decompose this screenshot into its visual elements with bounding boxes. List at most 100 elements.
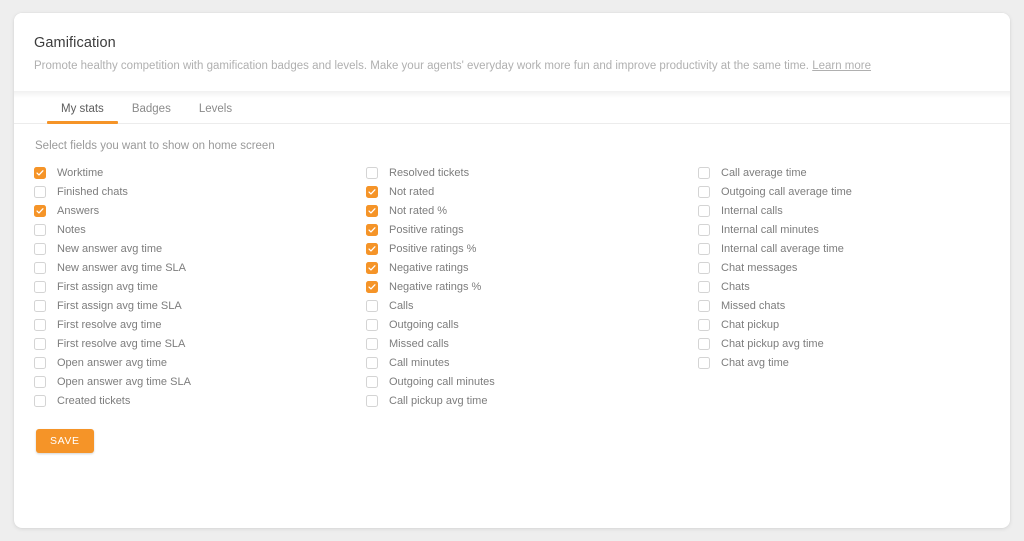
- checkbox-row[interactable]: New answer avg time: [34, 240, 366, 259]
- checkbox-row[interactable]: Answers: [34, 202, 366, 221]
- checkbox-checked[interactable]: [366, 262, 378, 274]
- checkbox-row[interactable]: First assign avg time: [34, 278, 366, 297]
- checkbox-row[interactable]: Negative ratings %: [366, 278, 698, 297]
- checkbox-label: Chat pickup: [721, 319, 779, 331]
- tab-my-stats[interactable]: My stats: [47, 103, 118, 124]
- checkbox-row[interactable]: New answer avg time SLA: [34, 259, 366, 278]
- learn-more-link[interactable]: Learn more: [812, 60, 871, 72]
- check-icon: [368, 245, 376, 253]
- checkbox-unchecked[interactable]: [366, 376, 378, 388]
- check-icon: [368, 264, 376, 272]
- checkbox-row[interactable]: First assign avg time SLA: [34, 297, 366, 316]
- checkbox-checked[interactable]: [34, 167, 46, 179]
- checkbox-row[interactable]: Call minutes: [366, 354, 698, 373]
- checkbox-label: Answers: [57, 205, 99, 217]
- checkbox-row[interactable]: Finished chats: [34, 183, 366, 202]
- checkbox-label: Outgoing call minutes: [389, 376, 495, 388]
- checkbox-row[interactable]: First resolve avg time: [34, 316, 366, 335]
- checkbox-unchecked[interactable]: [34, 338, 46, 350]
- checkbox-row[interactable]: Positive ratings %: [366, 240, 698, 259]
- checkbox-unchecked[interactable]: [366, 319, 378, 331]
- checkbox-row[interactable]: Outgoing call average time: [698, 183, 1010, 202]
- checkbox-row[interactable]: Outgoing calls: [366, 316, 698, 335]
- checkbox-unchecked[interactable]: [34, 243, 46, 255]
- checkbox-unchecked[interactable]: [366, 357, 378, 369]
- checkbox-row[interactable]: Negative ratings: [366, 259, 698, 278]
- column-3: Call average time Outgoing call average t…: [698, 164, 1010, 411]
- card-body: Select fields you want to show on home s…: [14, 124, 1010, 453]
- column-1: WorktimeFinished chatsAnswersNotesNew an…: [34, 164, 366, 411]
- checkbox-unchecked[interactable]: [698, 167, 710, 179]
- checkbox-label: Worktime: [57, 167, 103, 179]
- card-header: Gamification Promote healthy competition…: [14, 13, 1010, 91]
- checkbox-row[interactable]: Missed chats: [698, 297, 1010, 316]
- checkbox-row[interactable]: Outgoing call minutes: [366, 373, 698, 392]
- checkbox-unchecked[interactable]: [34, 376, 46, 388]
- save-button[interactable]: SAVE: [36, 429, 94, 453]
- checkbox-unchecked[interactable]: [34, 357, 46, 369]
- checkbox-row[interactable]: Not rated: [366, 183, 698, 202]
- section-label: Select fields you want to show on home s…: [35, 140, 990, 152]
- checkbox-unchecked[interactable]: [698, 186, 710, 198]
- checkbox-unchecked[interactable]: [34, 186, 46, 198]
- checkbox-row[interactable]: Resolved tickets: [366, 164, 698, 183]
- checkbox-unchecked[interactable]: [698, 300, 710, 312]
- checkbox-unchecked[interactable]: [34, 300, 46, 312]
- checkbox-unchecked[interactable]: [366, 338, 378, 350]
- checkbox-checked[interactable]: [366, 224, 378, 236]
- checkbox-label: Chats: [721, 281, 750, 293]
- checkbox-checked[interactable]: [366, 281, 378, 293]
- checkbox-row[interactable]: Chat pickup: [698, 316, 1010, 335]
- checkbox-row[interactable]: Open answer avg time: [34, 354, 366, 373]
- check-icon: [36, 207, 44, 215]
- checkbox-unchecked[interactable]: [698, 262, 710, 274]
- checkbox-checked[interactable]: [366, 243, 378, 255]
- checkbox-row[interactable]: Internal call minutes: [698, 221, 1010, 240]
- checkbox-label: Calls: [389, 300, 413, 312]
- checkbox-unchecked[interactable]: [698, 357, 710, 369]
- checkbox-unchecked[interactable]: [698, 224, 710, 236]
- checkbox-row[interactable]: Chat messages: [698, 259, 1010, 278]
- checkbox-unchecked[interactable]: [34, 281, 46, 293]
- checkbox-unchecked[interactable]: [698, 243, 710, 255]
- checkbox-row[interactable]: Worktime: [34, 164, 366, 183]
- checkbox-columns: WorktimeFinished chatsAnswersNotesNew an…: [34, 164, 990, 411]
- checkbox-unchecked[interactable]: [698, 319, 710, 331]
- checkbox-row[interactable]: Created tickets: [34, 392, 366, 411]
- checkbox-unchecked[interactable]: [698, 281, 710, 293]
- checkbox-checked[interactable]: [34, 205, 46, 217]
- checkbox-label: Outgoing call average time: [721, 186, 852, 198]
- checkbox-unchecked[interactable]: [34, 262, 46, 274]
- checkbox-row[interactable]: Chats: [698, 278, 1010, 297]
- checkbox-label: First assign avg time SLA: [57, 300, 182, 312]
- checkbox-row[interactable]: Missed calls: [366, 335, 698, 354]
- checkbox-unchecked[interactable]: [698, 205, 710, 217]
- checkbox-row[interactable]: Chat avg time: [698, 354, 1010, 373]
- checkbox-row[interactable]: Open answer avg time SLA: [34, 373, 366, 392]
- checkbox-row[interactable]: Call average time: [698, 164, 1010, 183]
- checkbox-checked[interactable]: [366, 186, 378, 198]
- checkbox-unchecked[interactable]: [34, 395, 46, 407]
- checkbox-unchecked[interactable]: [366, 395, 378, 407]
- checkbox-label: Chat pickup avg time: [721, 338, 824, 350]
- checkbox-checked[interactable]: [366, 205, 378, 217]
- checkbox-row[interactable]: Call pickup avg time: [366, 392, 698, 411]
- checkbox-unchecked[interactable]: [698, 338, 710, 350]
- tab-badges[interactable]: Badges: [118, 103, 185, 124]
- checkbox-unchecked[interactable]: [366, 300, 378, 312]
- checkbox-row[interactable]: Calls: [366, 297, 698, 316]
- tab-levels[interactable]: Levels: [185, 103, 246, 124]
- checkbox-row[interactable]: Internal calls: [698, 202, 1010, 221]
- checkbox-label: Positive ratings: [389, 224, 464, 236]
- checkbox-unchecked[interactable]: [34, 319, 46, 331]
- checkbox-row[interactable]: Positive ratings: [366, 221, 698, 240]
- checkbox-unchecked[interactable]: [34, 224, 46, 236]
- checkbox-unchecked[interactable]: [366, 167, 378, 179]
- checkbox-row[interactable]: Chat pickup avg time: [698, 335, 1010, 354]
- checkbox-label: Open answer avg time: [57, 357, 167, 369]
- checkbox-row[interactable]: Not rated %: [366, 202, 698, 221]
- checkbox-row[interactable]: Notes: [34, 221, 366, 240]
- save-button-container: SAVE: [34, 411, 990, 453]
- checkbox-row[interactable]: Internal call average time: [698, 240, 1010, 259]
- checkbox-row[interactable]: First resolve avg time SLA: [34, 335, 366, 354]
